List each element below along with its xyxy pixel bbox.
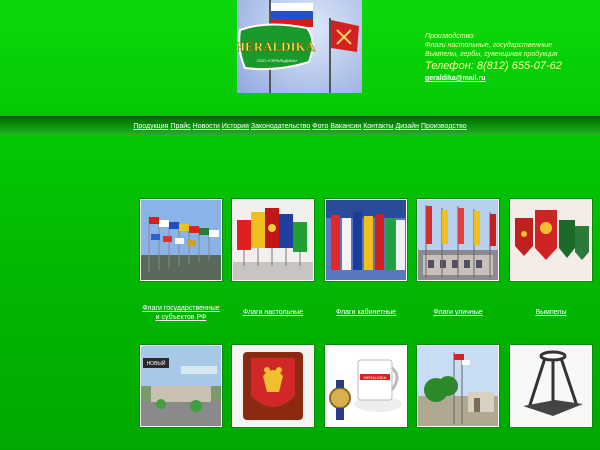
product-caption-state-flags[interactable]: Флаги государственные и субъектов РФ	[131, 304, 231, 322]
nav-link-legislation[interactable]: Законодательство	[251, 123, 310, 130]
contact-line-1: Производство:	[425, 33, 475, 40]
product-image-souvenirs[interactable]: HERALDIKA	[325, 345, 407, 427]
contact-block: Производство: Флаги настольные, государс…	[425, 32, 562, 83]
product-image-table-flags[interactable]	[232, 199, 314, 281]
logo-text: HERALDIKA	[237, 39, 316, 54]
billboard-badge: НОВЫЙ	[147, 359, 166, 367]
nav-link-history[interactable]: История	[222, 123, 249, 130]
product-image-state-flags[interactable]	[140, 199, 222, 281]
nav-link-photo[interactable]: Фото	[312, 123, 328, 130]
contact-line-2: Флаги настольные, государственные	[425, 42, 553, 49]
nav-link-news[interactable]: Новости	[193, 123, 220, 130]
product-caption-street-flags[interactable]: Флаги уличные	[408, 308, 508, 317]
nav-link-design[interactable]: Дизайн	[395, 123, 419, 130]
site-logo[interactable]: HERALDIKA ООО «ГЕРАЛЬДИКА»	[237, 0, 362, 93]
contact-email-link[interactable]: geraldika@mail.ru	[425, 74, 562, 83]
product-image-coats-of-arms[interactable]	[232, 345, 314, 427]
nav-link-production[interactable]: Производство	[421, 123, 467, 130]
product-image-flagpoles[interactable]	[417, 345, 499, 427]
product-image-office-flags[interactable]	[325, 199, 407, 281]
product-caption-pennants[interactable]: Вымпелы	[501, 308, 600, 317]
contact-phone: Телефон: 8(812) 655-07-62	[425, 60, 562, 72]
logo-subtext: ООО «ГЕРАЛЬДИКА»	[257, 58, 298, 63]
product-image-stands[interactable]	[510, 345, 592, 427]
nav-link-contacts[interactable]: Контакты	[363, 123, 393, 130]
product-image-street-flags[interactable]	[417, 199, 499, 281]
product-caption-office-flags[interactable]: Флаги кабинетные	[316, 308, 416, 317]
nav-link-price[interactable]: Прайс	[170, 123, 190, 130]
product-caption-table-flags[interactable]: Флаги настольные	[223, 308, 323, 317]
product-image-pennants[interactable]	[510, 199, 592, 281]
nav-link-products[interactable]: Продукция	[133, 123, 168, 130]
nav-link-vacancies[interactable]: Вакансии	[330, 123, 361, 130]
mug-logo-text: HERALDIKA	[364, 375, 387, 380]
contact-line-3: Вымпелы, гербы, сувенирная продукция	[425, 51, 558, 58]
product-image-outdoor-signs[interactable]: НОВЫЙ	[140, 345, 222, 427]
main-nav: Продукция Прайс Новости История Законодатель…	[0, 122, 600, 131]
